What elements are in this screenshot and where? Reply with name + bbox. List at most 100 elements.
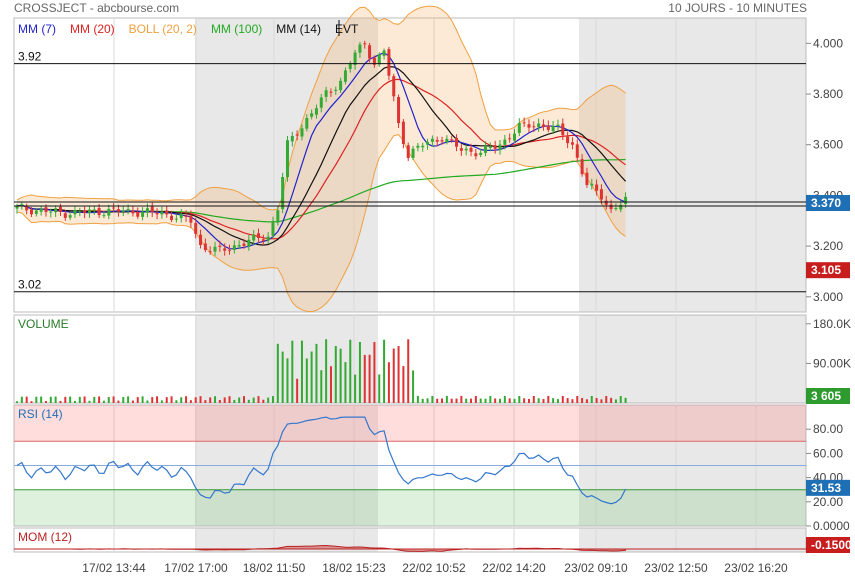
volume-bar — [614, 399, 617, 403]
candle-body — [382, 50, 386, 56]
candle-body — [343, 70, 347, 82]
candle-body — [488, 146, 492, 148]
volume-bar — [286, 358, 289, 403]
volume-bar — [460, 395, 463, 403]
candle-body — [73, 210, 77, 215]
volume-bar — [590, 396, 593, 403]
volume-bar — [494, 398, 497, 403]
candle-body — [580, 159, 584, 175]
volume-bar — [378, 374, 381, 403]
candle-body — [517, 123, 521, 133]
candle-body — [189, 215, 193, 223]
volume-bar — [368, 354, 371, 403]
candle-body — [126, 208, 130, 211]
volume-bar — [102, 400, 105, 403]
candle-body — [228, 249, 232, 251]
candle-body — [107, 208, 111, 216]
candle-body — [416, 145, 420, 148]
candle-body — [310, 113, 314, 117]
volume-bar — [445, 395, 448, 403]
volume-bar — [35, 396, 38, 403]
price-tick-label: 4.000 — [813, 36, 843, 50]
volume-bar — [503, 395, 506, 403]
x-tick-label: 23/02 12:50 — [644, 561, 708, 575]
volume-bar — [358, 341, 361, 403]
volume-bar — [291, 340, 294, 403]
candle-body — [522, 122, 526, 124]
volume-bar — [25, 396, 28, 403]
rsi-overbought-zone — [14, 405, 806, 442]
volume-bar — [78, 396, 81, 403]
candle-body — [556, 124, 560, 127]
volume-bar — [373, 342, 376, 403]
candle-body — [266, 236, 270, 241]
rsi-oversold-zone — [14, 489, 806, 526]
candle-body — [247, 239, 251, 247]
candle-body — [63, 213, 67, 218]
candle-body — [39, 208, 43, 212]
candle-body — [392, 76, 396, 97]
volume-bar — [136, 397, 139, 403]
volume-bar — [271, 396, 274, 403]
candle-body — [305, 118, 309, 129]
candle-body — [116, 209, 120, 212]
candle-body — [595, 184, 599, 191]
candle-body — [435, 139, 439, 142]
candle-body — [541, 124, 545, 128]
price-tick-label: 3.200 — [813, 239, 843, 253]
volume-bar — [175, 400, 178, 403]
volume-bar — [329, 366, 332, 403]
candle-body — [421, 145, 425, 148]
volume-bar — [305, 358, 308, 403]
candle-body — [585, 172, 589, 185]
volume-bar — [552, 398, 555, 403]
candle-body — [78, 211, 82, 213]
volume-bar — [300, 340, 303, 403]
volume-bar — [54, 396, 57, 403]
volume-tick-label: 90.00K — [813, 356, 851, 370]
volume-bar — [141, 396, 144, 403]
volume-bar — [122, 397, 125, 403]
candle-body — [170, 215, 174, 220]
candle-body — [387, 49, 391, 76]
volume-bar — [547, 395, 550, 403]
volume-bar — [470, 398, 473, 403]
candle-body — [83, 210, 87, 214]
rsi-label: RSI (14) — [18, 407, 63, 421]
rsi-tick-label: 0.0000 — [813, 519, 850, 533]
volume-badge-text: 3 605 — [811, 389, 841, 403]
x-tick-label: 23/02 09:10 — [564, 561, 628, 575]
legend-item: BOLL (20, 2) — [129, 22, 197, 36]
x-tick-label: 17/02 13:44 — [82, 561, 146, 575]
candle-body — [49, 211, 53, 213]
volume-bar — [189, 400, 192, 403]
volume-bar — [180, 397, 183, 403]
candle-body — [450, 139, 454, 141]
candle-body — [131, 210, 135, 214]
candle-body — [285, 140, 289, 178]
volume-bar — [397, 346, 400, 403]
volume-bar — [228, 396, 231, 403]
volume-bar — [315, 343, 318, 403]
candle-body — [20, 204, 24, 206]
x-tick-label: 22/02 10:52 — [402, 561, 466, 575]
candle-body — [184, 215, 188, 217]
candle-body — [455, 138, 459, 147]
volume-bar — [402, 366, 405, 403]
candle-body — [537, 123, 541, 128]
candle-body — [363, 43, 367, 45]
volume-bar — [127, 396, 130, 403]
candle-body — [324, 90, 328, 97]
volume-bar — [392, 348, 395, 403]
chart-title: CROSSJECT - abcbourse.com — [14, 1, 180, 15]
volume-label: VOLUME — [18, 317, 69, 331]
volume-bar — [131, 400, 134, 403]
volume-bar — [581, 398, 584, 403]
candle-body — [532, 126, 536, 128]
candle-body — [160, 211, 164, 215]
candle-body — [203, 243, 207, 251]
volume-bar — [571, 399, 574, 403]
candle-body — [624, 196, 628, 204]
volume-bar — [339, 348, 342, 403]
volume-bar — [363, 354, 366, 403]
